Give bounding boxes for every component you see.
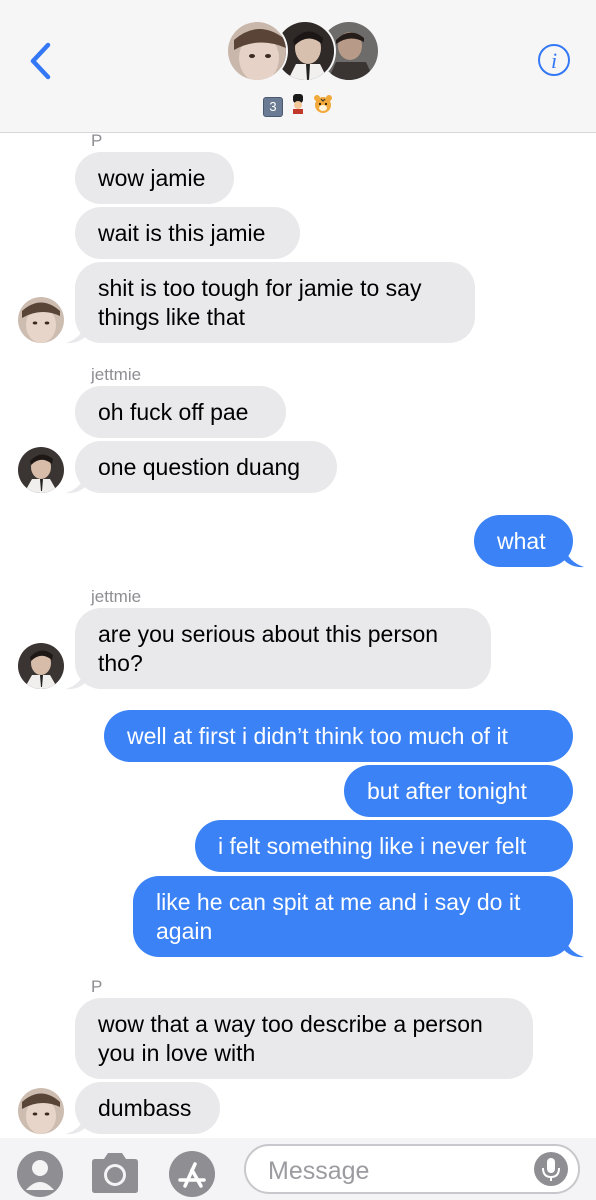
outgoing-message[interactable]: like he can spit at me and i say do it a…: [133, 876, 573, 957]
sender-label: P: [91, 131, 103, 150]
keycap-number: 3: [262, 96, 283, 117]
outgoing-message[interactable]: what: [474, 515, 573, 567]
bubble-tail: [564, 936, 584, 958]
incoming-message[interactable]: one question duang: [75, 441, 337, 493]
incoming-message[interactable]: are you serious about this person tho?: [75, 608, 491, 689]
incoming-message[interactable]: wow that a way too describe a person you…: [75, 998, 533, 1079]
microphone-icon[interactable]: [534, 1152, 568, 1186]
message-line: tho?: [98, 650, 143, 676]
avatar[interactable]: [18, 297, 64, 343]
info-icon[interactable]: i: [538, 44, 570, 76]
outgoing-message[interactable]: well at first i didn’t think too much of…: [104, 710, 573, 762]
message-line: shit is too tough for jamie to say: [98, 275, 422, 301]
message-text: wow jamie: [98, 165, 206, 191]
avatar[interactable]: [18, 447, 64, 493]
message-text: i felt something like i never felt: [218, 833, 527, 859]
message-line: are you serious about this person: [98, 621, 439, 647]
incoming-message[interactable]: dumbass: [75, 1082, 220, 1134]
sender-label: jettmie: [91, 365, 142, 384]
incoming-message[interactable]: wow jamie: [75, 152, 234, 204]
message-placeholder: Message: [268, 1157, 370, 1185]
message-line: again: [156, 918, 213, 944]
message-line: like he can spit at me and i say do it: [156, 889, 521, 915]
person-icon[interactable]: [16, 1150, 64, 1198]
incoming-message[interactable]: oh fuck off pae: [75, 386, 286, 438]
avatar: [226, 20, 288, 82]
message-text: but after tonight: [367, 778, 527, 804]
outgoing-message[interactable]: but after tonight: [344, 765, 573, 817]
chevron-left-icon[interactable]: [26, 40, 56, 82]
message-text: oh fuck off pae: [98, 399, 249, 425]
bubble-tail: [66, 472, 86, 494]
tiger-emoji-icon: [313, 94, 333, 119]
conversation-header: 3 i: [0, 0, 596, 133]
bubble-tail: [564, 546, 584, 568]
message-text: well at first i didn’t think too much of…: [127, 723, 508, 749]
message-line: you in love with: [98, 1040, 256, 1066]
message-line: things like that: [98, 304, 246, 330]
incoming-message[interactable]: wait is this jamie: [75, 207, 300, 259]
message-input[interactable]: Message: [244, 1144, 580, 1194]
outgoing-message[interactable]: i felt something like i never felt: [195, 820, 573, 872]
group-name[interactable]: 3: [0, 94, 596, 119]
message-line: wow that a way too describe a person: [98, 1011, 483, 1037]
bubble-tail: [66, 1113, 86, 1135]
sender-label: P: [91, 977, 103, 996]
avatar[interactable]: [18, 1088, 64, 1134]
guard-emoji-icon: [288, 94, 308, 119]
message-text: what: [497, 528, 546, 554]
message-text: wait is this jamie: [98, 220, 266, 246]
incoming-message[interactable]: shit is too tough for jamie to say thing…: [75, 262, 475, 343]
bubble-tail: [66, 322, 86, 344]
bubble-tail: [66, 668, 86, 690]
composer-bar: Message: [0, 1138, 596, 1200]
message-text: dumbass: [98, 1095, 192, 1121]
camera-icon[interactable]: [88, 1152, 142, 1194]
avatar[interactable]: [18, 643, 64, 689]
group-avatars[interactable]: [226, 20, 380, 84]
message-text: one question duang: [98, 454, 301, 480]
app-store-icon[interactable]: [168, 1150, 216, 1198]
sender-label: jettmie: [91, 587, 142, 606]
